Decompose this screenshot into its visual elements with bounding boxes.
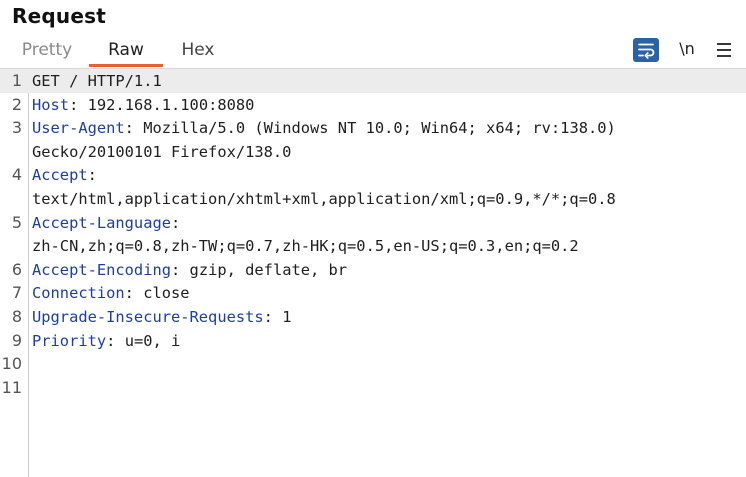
wrap-lines-icon: [638, 43, 655, 59]
hamburger-menu-icon: [717, 43, 731, 57]
header-value: Mozilla/5.0 (Windows NT 10.0; Win64; x64…: [133, 119, 616, 138]
header-line: Accept-Encoding: gzip, deflate, br: [32, 258, 347, 282]
wrap-lines-button[interactable]: [633, 38, 659, 62]
code-line[interactable]: 8 Upgrade-Insecure-Requests: 1: [0, 305, 746, 329]
header-name: User-Agent: [32, 119, 125, 138]
line-number: 9: [11, 330, 22, 350]
header-name: Accept-Language: [32, 213, 171, 232]
code-line[interactable]: 3 User-Agent: Mozilla/5.0 (Windows NT 10.…: [0, 116, 746, 140]
header-value: close: [133, 284, 190, 303]
header-name: Accept: [32, 166, 88, 185]
code-line[interactable]: 10: [0, 352, 746, 376]
code-text: GET / HTTP/1.1: [32, 72, 162, 90]
header-separator: :: [87, 166, 97, 185]
line-number: 2: [11, 94, 22, 114]
code-line[interactable]: 5 Accept-Language:: [0, 211, 746, 235]
code-line[interactable]: 11: [0, 376, 746, 400]
header-separator: :: [263, 308, 273, 326]
header-separator: :: [171, 213, 181, 232]
menu-button[interactable]: [714, 38, 734, 62]
header-line: User-Agent: Mozilla/5.0 (Windows NT 10.0…: [32, 116, 616, 140]
show-newlines-button[interactable]: \n: [676, 38, 698, 62]
header-separator: :: [69, 95, 79, 114]
header-line: Accept-Language:: [32, 211, 180, 235]
line-number: 11: [1, 377, 22, 397]
line-number: 10: [1, 354, 22, 374]
header-value: gzip, deflate, br: [180, 260, 348, 279]
line-number: 1: [11, 71, 22, 90]
code-line-wrap[interactable]: text/html,application/xhtml+xml,applicat…: [0, 187, 746, 211]
active-tab-indicator: [89, 64, 163, 67]
line-number: 4: [11, 165, 22, 185]
header-separator: :: [171, 260, 181, 279]
header-name: Host: [32, 95, 70, 114]
header-value: 192.168.1.100:8080: [78, 95, 255, 114]
header-line: Upgrade-Insecure-Requests: 1: [32, 305, 291, 329]
line-number: 5: [11, 212, 22, 232]
panel-title: Request: [12, 4, 106, 28]
header-separator: :: [124, 119, 134, 138]
header-line: Connection: close: [32, 281, 190, 305]
header-name: Priority: [32, 331, 107, 350]
header-name: Connection: [32, 284, 125, 303]
code-line-wrap[interactable]: zh-CN,zh;q=0.8,zh-TW;q=0.7,zh-HK;q=0.5,e…: [0, 234, 746, 258]
header-name: Accept-Encoding: [32, 260, 171, 279]
header-line: Priority: u=0, i: [32, 329, 180, 353]
line-number: 3: [11, 118, 22, 138]
code-line[interactable]: 7 Connection: close: [0, 281, 746, 305]
code-line[interactable]: 6 Accept-Encoding: gzip, deflate, br: [0, 258, 746, 282]
header-value: 1: [272, 308, 292, 326]
line-number: 6: [11, 259, 22, 279]
header-value: u=0, i: [115, 331, 181, 350]
code-line[interactable]: 9 Priority: u=0, i: [0, 329, 746, 353]
header-separator: :: [124, 284, 134, 303]
code-text: zh-CN,zh;q=0.8,zh-TW;q=0.7,zh-HK;q=0.5,e…: [32, 237, 579, 256]
header-line: Host: 192.168.1.100:8080: [32, 93, 254, 117]
line-number: 7: [11, 283, 22, 303]
code-line[interactable]: 4 Accept:: [0, 163, 746, 187]
code-line-wrap[interactable]: Gecko/20100101 Firefox/138.0: [0, 140, 746, 164]
tab-raw[interactable]: Raw: [89, 40, 163, 66]
tab-hex[interactable]: Hex: [176, 40, 220, 66]
code-line[interactable]: 1 GET / HTTP/1.1: [0, 69, 746, 93]
code-text: text/html,application/xhtml+xml,applicat…: [32, 190, 616, 208]
request-editor[interactable]: 1 GET / HTTP/1.1 2 Host: 192.168.1.100:8080…: [0, 69, 746, 477]
header-line: Accept:: [32, 163, 97, 187]
header-name: Upgrade-Insecure-Requests: [32, 308, 264, 326]
line-number: 8: [11, 307, 22, 326]
tab-pretty[interactable]: Pretty: [19, 40, 75, 66]
code-line[interactable]: 2 Host: 192.168.1.100:8080: [0, 93, 746, 117]
code-text: Gecko/20100101 Firefox/138.0: [32, 142, 292, 161]
